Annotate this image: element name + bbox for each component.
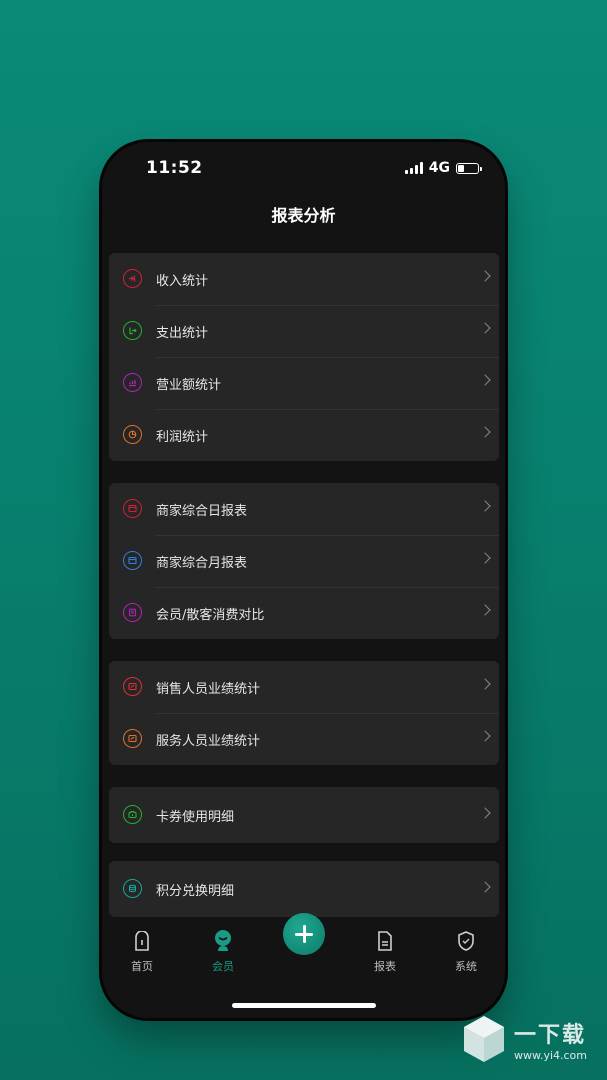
status-right: 4G	[404, 160, 482, 176]
tab-home[interactable]: 首页	[112, 930, 172, 974]
row-label: 支出统计	[156, 325, 209, 341]
chevron-right-icon	[479, 322, 491, 334]
coupon-icon	[123, 805, 142, 824]
phone-frame: 11:52 4G 报表分析 收入统计 支出统计 营业额统计 利润统计 商家综合日…	[102, 142, 505, 1018]
tab-label: 会员	[212, 960, 234, 973]
row-label: 商家综合月报表	[156, 555, 248, 571]
row-label: 商家综合日报表	[156, 503, 248, 519]
chevron-right-icon	[479, 807, 491, 819]
group-points: 积分兑换明细	[109, 861, 499, 917]
service-staff-icon	[123, 729, 142, 748]
chevron-right-icon	[479, 500, 491, 512]
expense-icon	[123, 321, 142, 340]
group-merchant-reports: 商家综合日报表 商家综合月报表 会员/散客消费对比	[109, 483, 499, 639]
status-time: 11:52	[146, 158, 203, 178]
chevron-right-icon	[479, 730, 491, 742]
tab-label: 首页	[131, 960, 153, 973]
turnover-icon	[123, 373, 142, 392]
home-icon	[132, 930, 152, 952]
network-type: 4G	[428, 160, 450, 176]
row-label: 营业额统计	[156, 377, 222, 393]
tab-label: 报表	[374, 960, 396, 973]
chevron-right-icon	[479, 552, 491, 564]
add-button[interactable]	[283, 913, 325, 955]
signal-icon	[404, 162, 423, 174]
watermark-title: 一下载	[513, 1022, 586, 1048]
row-expense-stats[interactable]: 支出统计	[109, 305, 499, 357]
tab-label: 系统	[455, 960, 477, 973]
battery-icon	[456, 162, 482, 174]
row-label: 会员/散客消费对比	[156, 607, 265, 623]
monthly-report-icon	[123, 551, 142, 570]
row-monthly-report[interactable]: 商家综合月报表	[109, 535, 499, 587]
profit-pie-icon	[123, 425, 142, 444]
row-sales-staff[interactable]: 销售人员业绩统计	[109, 661, 499, 713]
chevron-right-icon	[479, 678, 491, 690]
sales-staff-icon	[123, 677, 142, 696]
group-staff-performance: 销售人员业绩统计 服务人员业绩统计	[109, 661, 499, 765]
row-points-exchange[interactable]: 积分兑换明细	[109, 861, 499, 917]
member-icon	[213, 930, 233, 952]
row-coupon-usage[interactable]: 卡券使用明细	[109, 787, 499, 843]
row-label: 利润统计	[156, 429, 209, 445]
income-icon	[123, 269, 142, 288]
chevron-right-icon	[479, 604, 491, 616]
row-label: 积分兑换明细	[156, 883, 235, 899]
tab-report[interactable]: 报表	[355, 930, 415, 974]
row-profit-stats[interactable]: 利润统计	[109, 409, 499, 461]
row-income-stats[interactable]: 收入统计	[109, 253, 499, 305]
page-title: 报表分析	[271, 206, 336, 225]
watermark-url: www.yi4.com	[513, 1048, 587, 1062]
row-label: 收入统计	[156, 273, 209, 289]
chevron-right-icon	[479, 426, 491, 438]
home-indicator[interactable]	[232, 1003, 376, 1008]
row-service-staff[interactable]: 服务人员业绩统计	[109, 713, 499, 765]
points-icon	[123, 879, 142, 898]
row-label: 服务人员业绩统计	[156, 733, 261, 749]
group-coupon: 卡券使用明细	[109, 787, 499, 843]
chevron-right-icon	[479, 270, 491, 282]
chevron-right-icon	[479, 374, 491, 386]
row-label: 卡券使用明细	[156, 809, 235, 825]
daily-report-icon	[123, 499, 142, 518]
row-label: 销售人员业绩统计	[156, 681, 261, 697]
tab-member[interactable]: 会员	[193, 930, 253, 974]
system-shield-icon	[456, 930, 476, 952]
status-bar: 11:52 4G	[102, 142, 505, 194]
cube-logo-icon	[463, 1016, 504, 1062]
row-turnover-stats[interactable]: 营业额统计	[109, 357, 499, 409]
row-member-vs-guest[interactable]: 会员/散客消费对比	[109, 587, 499, 639]
tab-bar: 首页 会员 报表 系统	[102, 913, 505, 1018]
tab-system[interactable]: 系统	[436, 930, 496, 974]
group-stats: 收入统计 支出统计 营业额统计 利润统计	[109, 253, 499, 461]
report-icon	[375, 930, 395, 952]
compare-icon	[123, 603, 142, 622]
watermark: 一下载 www.yi4.com	[462, 1014, 587, 1064]
chevron-right-icon	[479, 881, 491, 893]
row-daily-report[interactable]: 商家综合日报表	[109, 483, 499, 535]
